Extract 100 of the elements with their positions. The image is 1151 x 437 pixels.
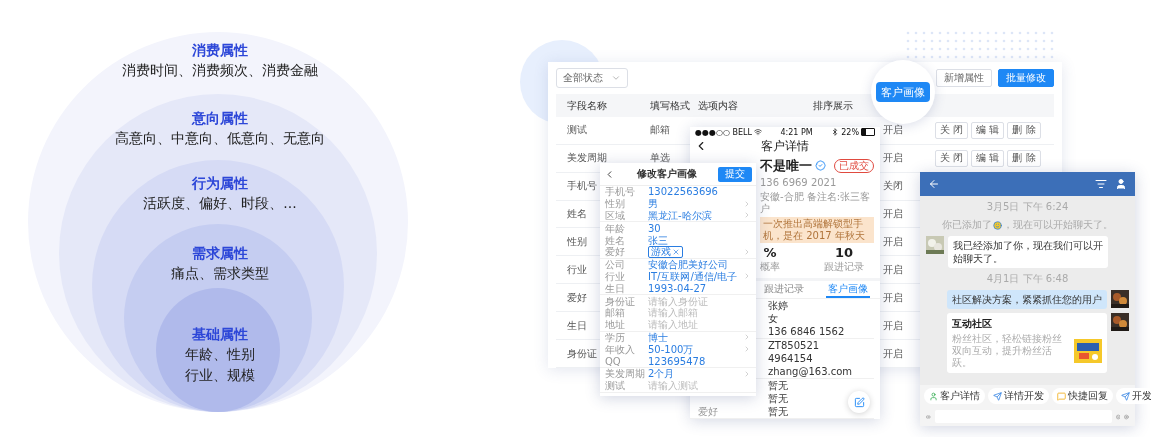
wifi-icon <box>753 128 762 137</box>
column-header: 排序展示 <box>813 98 853 113</box>
battery-text: 22% <box>841 127 859 137</box>
verified-icon <box>815 160 826 172</box>
battery-icon <box>861 128 875 137</box>
stat-label: 概率 <box>760 259 780 274</box>
bluetooth-icon <box>831 128 840 137</box>
column-header: 字段名称 <box>567 98 607 113</box>
customer-profile-button[interactable]: 客户画像 <box>876 82 930 102</box>
action-button[interactable]: 编 辑 <box>971 149 1005 167</box>
quick-action-chip[interactable]: 客户详情 <box>924 388 985 404</box>
field-label: 身份证 <box>605 295 636 307</box>
field-value: 暂无 <box>768 405 788 419</box>
send-icon <box>1121 391 1130 401</box>
field-label: 姓名 <box>605 234 626 246</box>
field-label: 手机号 <box>605 186 636 198</box>
table-cell: 开启 <box>883 151 903 166</box>
field-value: 4964154 <box>768 353 813 364</box>
person-icon <box>929 391 938 401</box>
table-cell: 关闭 <box>883 179 903 194</box>
field-value[interactable]: 30 <box>648 222 661 234</box>
quick-action-chip[interactable]: 快捷回复 <box>1052 388 1113 404</box>
field-label: 年龄 <box>605 222 626 234</box>
batch-edit-button[interactable]: 批量修改 <box>998 69 1054 88</box>
field-value[interactable]: 13022563696 <box>648 186 718 198</box>
stat-value: % <box>763 244 777 260</box>
field-value: 暂无 <box>768 392 788 406</box>
table-cell: 生日 <box>567 318 587 333</box>
layer-description: 行业、规模 <box>185 366 255 385</box>
stat-label: 跟进记录 <box>824 259 864 274</box>
stat-value: 10 <box>834 244 854 260</box>
field-value[interactable]: 1993-04-27 <box>648 282 707 294</box>
customer-info: 136 6969 2021 <box>760 176 838 189</box>
action-button[interactable]: 关 闭 <box>935 121 969 139</box>
table-cell: 身份证 <box>567 346 597 361</box>
table-cell: 开启 <box>883 206 903 221</box>
card-description: 粉丝社区，轻松链接粉丝双向互动，提升粉丝活跃。 <box>952 333 1063 369</box>
column-header: 填写格式 <box>650 98 690 113</box>
field-label: 美发周期 <box>605 368 646 380</box>
field-label: 爱好 <box>605 246 626 258</box>
quick-action-chip[interactable]: 开发 <box>1116 388 1151 404</box>
add-attribute-button[interactable]: 新增属性 <box>936 69 992 88</box>
field-label: QQ <box>605 355 622 367</box>
link-card[interactable]: 互动社区 粉丝社区，轻松链接粉丝双向互动，提升粉丝活跃。 <box>947 313 1107 373</box>
field-value: 女 <box>768 312 778 326</box>
field-value[interactable]: 男 <box>648 198 658 210</box>
column-header: 选项内容 <box>698 98 738 113</box>
action-button[interactable]: 关 闭 <box>935 149 969 167</box>
table-cell: 姓名 <box>567 206 587 221</box>
table-cell: 开启 <box>883 234 903 249</box>
action-button[interactable]: 编 辑 <box>971 121 1005 139</box>
quick-action-chip[interactable]: 详情开发 <box>988 388 1049 404</box>
layer-description: 高意向、中意向、低意向、无意向 <box>115 129 325 148</box>
customer-info: 安徽-合肥 备注名:张三客户 <box>760 190 872 215</box>
table-cell: 测试 <box>567 123 587 138</box>
detail-tab[interactable]: 客户画像 <box>826 281 870 298</box>
field-value: ZT850521 <box>768 340 820 351</box>
layer-description: 痛点、需求类型 <box>171 264 269 283</box>
field-label: 公司 <box>605 259 626 271</box>
carrier-text: ●●●○○ BELL <box>695 127 752 137</box>
action-button[interactable]: 删 除 <box>1007 121 1041 139</box>
smiley-icon <box>993 220 1002 230</box>
layer-title: 行为属性 <box>192 174 248 192</box>
message-bubble: 我已经添加了你，现在我们可以开始聊天了。 <box>948 236 1108 268</box>
field-label: 爱好 <box>698 405 719 419</box>
layer-description: 年龄、性别 <box>185 345 255 364</box>
field-value[interactable]: 博士 <box>648 331 668 343</box>
message-bubble: 社区解决方案，紧紧抓住您的用户 <box>947 290 1107 309</box>
field-label: 地址 <box>605 319 626 331</box>
layer-title: 基础属性 <box>192 325 248 343</box>
table-cell: 邮箱 <box>650 123 670 138</box>
field-value: 张婷 <box>768 299 788 313</box>
field-value[interactable]: 安徽合肥美好公司 <box>648 259 728 271</box>
person-icon[interactable] <box>1115 178 1127 190</box>
field-label: 行业 <box>605 270 626 282</box>
field-value[interactable]: 张三 <box>648 234 668 246</box>
close-icon[interactable] <box>672 248 680 256</box>
edit-icon <box>853 396 865 408</box>
field-label: 邮箱 <box>605 307 626 319</box>
layer-description: 消费时间、消费频次、消费金融 <box>122 61 318 80</box>
field-label: 年收入 <box>605 343 636 355</box>
table-cell: 开启 <box>883 290 903 305</box>
table-cell: 开启 <box>883 318 903 333</box>
layer-description: 活跃度、偏好、时段、... <box>143 194 297 213</box>
field-value[interactable]: 123695478 <box>648 355 706 367</box>
submit-button[interactable]: 提交 <box>718 166 752 182</box>
action-button[interactable]: 删 除 <box>1007 149 1041 167</box>
field-value[interactable]: 2个月 <box>648 368 675 380</box>
card-title: 互动社区 <box>952 317 993 331</box>
edit-button[interactable] <box>848 391 870 413</box>
field-value[interactable]: IT/互联网/通信/电子 <box>648 270 738 282</box>
list-icon[interactable] <box>1095 178 1107 190</box>
status-dropdown[interactable]: 全部状态 <box>556 68 628 89</box>
interest-tag[interactable]: 游戏 <box>648 246 683 258</box>
field-value: 136 6846 1562 <box>768 326 845 337</box>
detail-tab[interactable]: 跟进记录 <box>762 281 806 298</box>
field-value[interactable]: 50-100万 <box>648 343 694 355</box>
field-label: 生日 <box>605 282 626 294</box>
field-value[interactable]: 黑龙江-哈尔滨 <box>648 210 712 221</box>
customer-note: 一次推出高端解锁型手机，是在 2017 年秋天 <box>760 216 874 243</box>
